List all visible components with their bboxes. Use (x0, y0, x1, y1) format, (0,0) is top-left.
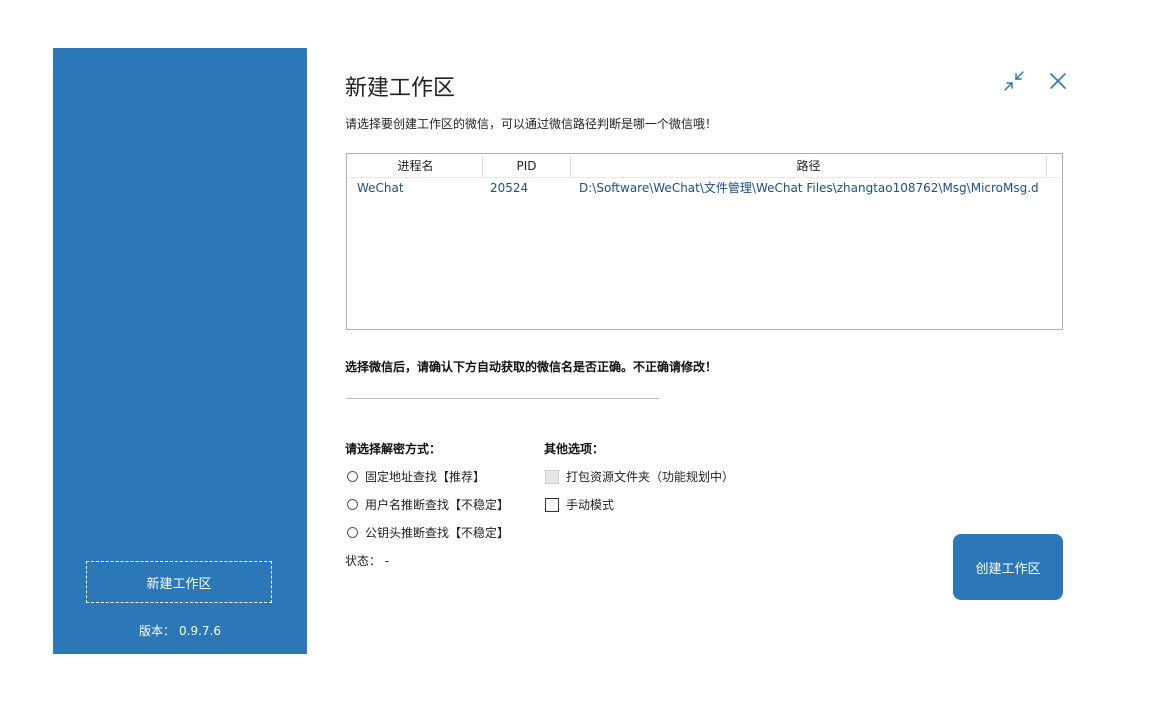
version-info: 版本： 0.9.7.6 (53, 622, 307, 639)
sidebar: 新建工作区 版本： 0.9.7.6 (53, 48, 307, 654)
decrypt-option-pubkey[interactable]: 公钥头推断查找【不稳定】 (347, 524, 509, 541)
option-pack-resources: 打包资源文件夹（功能规划中） (545, 468, 734, 485)
table-header: 进程名 PID 路径 (349, 156, 1062, 178)
option-manual-mode[interactable]: 手动模式 (545, 496, 614, 513)
wechat-name-instruction: 选择微信后，请确认下方自动获取的微信名是否正确。不正确请修改！ (345, 360, 718, 374)
option-label: 用户名推断查找【不稳定】 (365, 498, 510, 512)
cell-pid: 20524 (490, 181, 529, 195)
table-row[interactable]: WeChat 20524 D:\Software\WeChat\文件管理\WeC… (349, 180, 1061, 198)
version-value: 0.9.7.6 (179, 624, 221, 638)
checkbox (545, 469, 559, 484)
decrypt-method-title: 请选择解密方式： (345, 442, 442, 456)
radio-button[interactable] (347, 471, 358, 482)
checkbox[interactable] (545, 497, 559, 512)
option-label: 手动模式 (566, 498, 615, 512)
page-subtitle: 请选择要创建工作区的微信，可以通过微信路径判断是哪一个微信哦！ (345, 117, 718, 131)
other-options-title: 其他选项： (544, 442, 605, 456)
create-workspace-button[interactable]: 创建工作区 (953, 534, 1063, 600)
decrypt-option-username[interactable]: 用户名推断查找【不稳定】 (347, 496, 509, 513)
column-header-name[interactable]: 进程名 (349, 156, 483, 177)
status-label: 状态： (345, 554, 382, 568)
status-line: 状态： - (345, 552, 389, 569)
option-label: 打包资源文件夹（功能规划中） (566, 470, 735, 484)
new-workspace-button[interactable]: 新建工作区 (86, 561, 272, 603)
version-label: 版本： (139, 624, 176, 638)
wechat-name-input[interactable] (346, 378, 659, 399)
process-table[interactable]: 进程名 PID 路径 WeChat 20524 D:\Software\WeCh… (346, 153, 1063, 330)
cell-path: D:\Software\WeChat\文件管理\WeChat Files\zha… (579, 181, 1039, 195)
page-title: 新建工作区 (345, 76, 456, 101)
minimize-icon[interactable] (1003, 70, 1025, 92)
status-value: - (384, 554, 390, 568)
option-label: 公钥头推断查找【不稳定】 (365, 526, 510, 540)
cell-process-name: WeChat (357, 181, 404, 195)
radio-button[interactable] (347, 499, 358, 510)
close-icon[interactable] (1047, 70, 1069, 92)
column-header-path[interactable]: 路径 (571, 156, 1047, 177)
option-label: 固定地址查找【推荐】 (365, 470, 486, 484)
column-header-pid[interactable]: PID (483, 156, 571, 177)
radio-button[interactable] (347, 527, 358, 538)
decrypt-option-fixed-address[interactable]: 固定地址查找【推荐】 (347, 468, 485, 485)
